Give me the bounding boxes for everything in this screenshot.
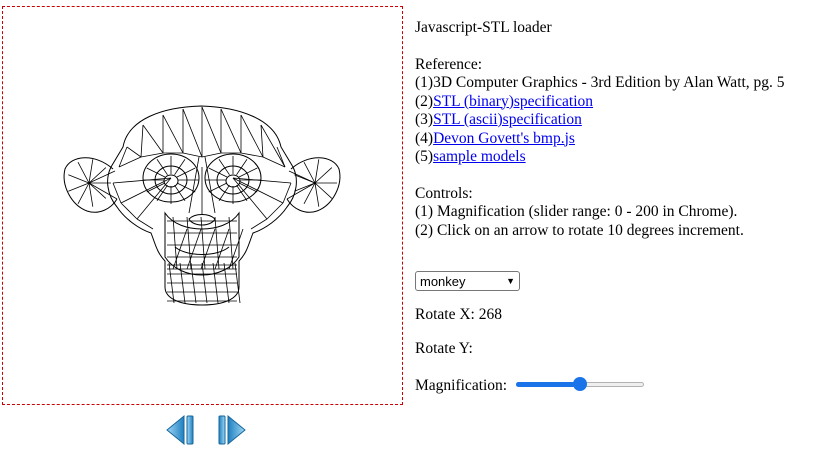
mesh-edge — [88, 182, 118, 200]
sample-models-link[interactable]: sample models — [433, 148, 526, 165]
rotate-x-value: 268 — [478, 306, 502, 323]
eye-left-core — [163, 174, 179, 188]
mesh-edge — [282, 182, 292, 204]
rotate-right-button[interactable] — [216, 414, 248, 446]
mesh-edge — [140, 124, 144, 158]
mesh-edge — [303, 162, 316, 184]
slider-fill — [516, 382, 580, 387]
controls-item: (1) Magnification (slider range: 0 - 200… — [415, 203, 738, 220]
mesh-edge — [314, 182, 320, 207]
arrow-left-icon — [166, 414, 194, 446]
model-select-value: monkey — [420, 273, 466, 289]
mesh-edge — [120, 202, 138, 220]
controls-item: (2) Click on an arrow to rotate 10 degre… — [415, 221, 744, 239]
reference-heading: Reference: — [415, 55, 483, 73]
mesh-edge — [88, 182, 107, 199]
info-panel: Javascript-STL loader Reference: (1)3D C… — [415, 19, 815, 240]
mesh-edge — [88, 170, 116, 184]
reference-item: (3)STL (ascii)specification — [415, 111, 582, 128]
rotate-left-button[interactable] — [164, 414, 196, 446]
mesh-edge — [232, 177, 268, 220]
mesh-edge — [214, 216, 220, 270]
mesh-edge — [182, 152, 203, 158]
reference-item: (5)sample models — [415, 148, 526, 165]
mesh-edge — [68, 174, 90, 184]
mesh-edge — [266, 202, 284, 220]
mesh-edge — [172, 216, 178, 270]
mesh-edge — [260, 124, 264, 158]
mesh-edge — [314, 182, 333, 199]
magnification-slider[interactable] — [516, 377, 644, 391]
mesh-edge — [186, 216, 192, 270]
reference-item: (2)STL (binary)specification — [415, 92, 594, 110]
reference-item: (1)3D Computer Graphics - 3rd Edition by… — [415, 74, 785, 91]
mesh-edge — [88, 167, 107, 184]
controls-heading: Controls: — [415, 184, 473, 202]
mesh-edge — [220, 108, 242, 154]
mesh-edge — [162, 114, 184, 154]
stl-binary-spec-link[interactable]: STL (binary)specification — [433, 93, 593, 110]
ear-left — [63, 157, 118, 213]
rotate-x-readout: Rotate X: 268 — [415, 306, 502, 324]
mesh-edge — [294, 182, 316, 192]
slider-thumb[interactable] — [573, 377, 587, 391]
mesh-edge — [240, 114, 264, 158]
mesh-edge — [68, 182, 90, 192]
mesh-edge — [201, 152, 222, 158]
rotate-y-label: Rotate Y: — [415, 340, 473, 357]
mesh-edge — [126, 146, 142, 158]
reference-item: (4)Devon Govett's bmp.js — [415, 129, 575, 147]
magnification-label: Magnification: — [415, 377, 508, 394]
mesh-edge — [314, 167, 333, 184]
rotate-y-readout: Rotate Y: — [415, 340, 473, 358]
stl-ascii-spec-link[interactable]: STL (ascii)specification — [433, 111, 582, 128]
bmp-js-link[interactable]: Devon Govett's bmp.js — [433, 130, 575, 147]
render-canvas[interactable] — [2, 6, 403, 405]
mesh-edge — [88, 159, 94, 184]
mesh-edge — [136, 177, 172, 220]
eye-right-core — [225, 174, 241, 188]
nose — [188, 214, 216, 226]
ear-right — [286, 157, 341, 213]
mesh-edge — [228, 216, 234, 270]
mouth — [174, 246, 230, 255]
page-title: Javascript-STL loader — [415, 19, 552, 36]
chevron-down-icon: ▼ — [506, 276, 515, 286]
wireframe-monkey-model — [63, 105, 341, 306]
rotate-x-label: Rotate X: — [415, 306, 475, 323]
mesh-edge — [182, 108, 203, 158]
mesh-edge — [142, 124, 164, 154]
mesh-edge — [201, 106, 222, 154]
model-select[interactable]: monkey ▼ — [415, 271, 520, 291]
arrow-right-icon — [218, 414, 246, 446]
mesh-edge — [77, 182, 90, 204]
mesh-edge — [88, 182, 94, 207]
mesh-edge — [77, 162, 90, 184]
mesh-edge — [288, 170, 316, 184]
mesh-edge — [314, 159, 320, 184]
mesh-edge — [112, 182, 122, 204]
